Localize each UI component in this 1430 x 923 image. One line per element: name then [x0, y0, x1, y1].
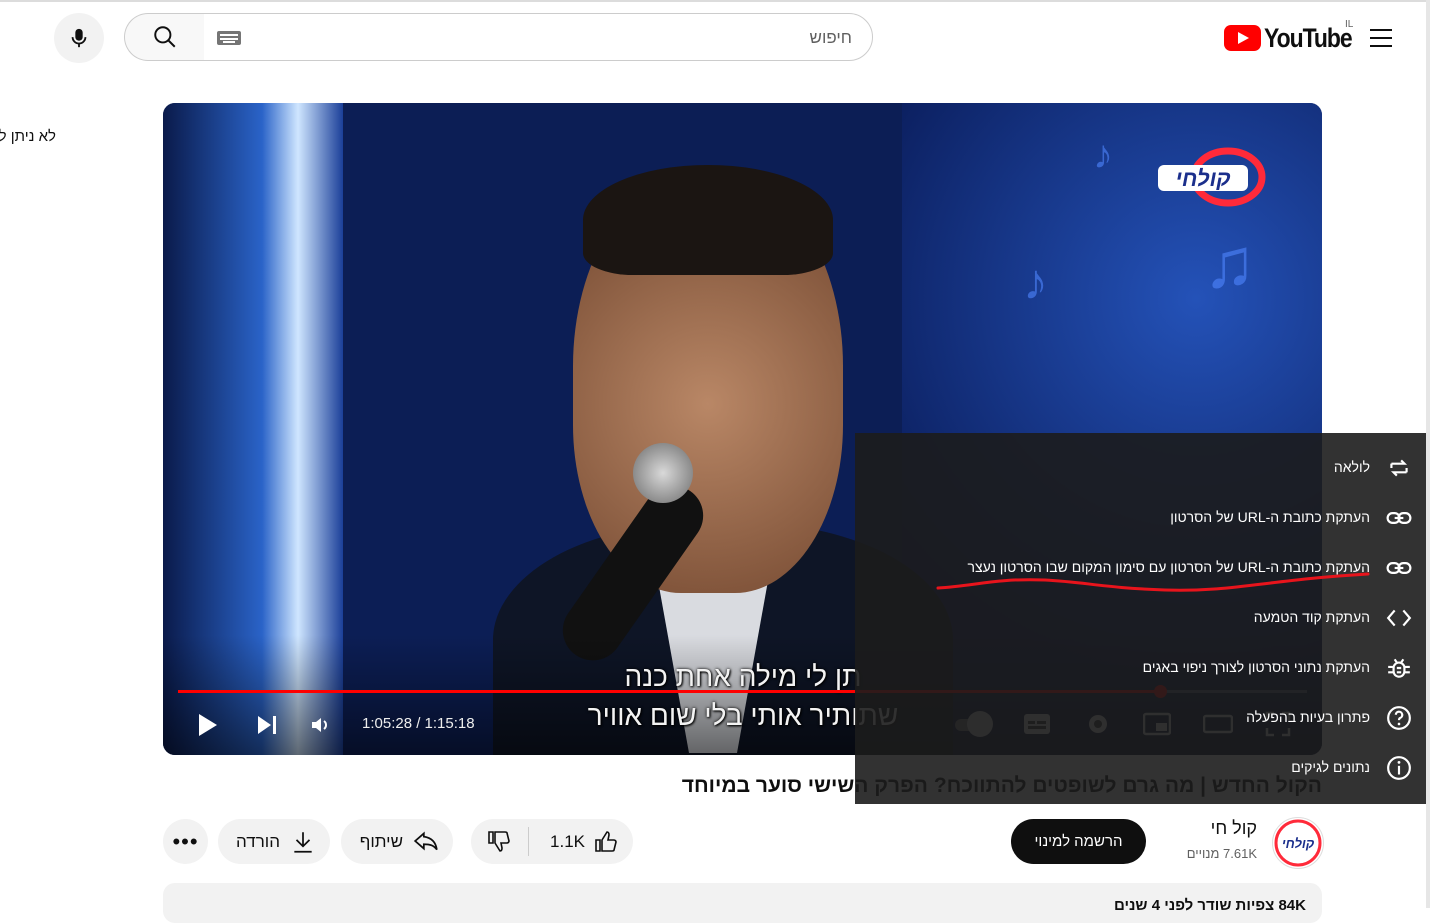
context-menu-item-copy-debug-info[interactable]: העתקת נתוני הסרטון לצורך ניפוי באגים [855, 643, 1426, 693]
context-menu-item-copy-video-url-at-time[interactable]: העתקת כתובת ה-URL של הסרטון עם סימון המק… [855, 543, 1426, 593]
search-input[interactable]: חיפוש [810, 28, 852, 48]
microphone-head [633, 443, 693, 503]
player-context-menu: לולאה העתקת כתובת ה-URL של הסרטון העתקת כת… [855, 433, 1426, 804]
info-icon [1386, 755, 1412, 781]
context-menu-label: נתונים לגיקים [1291, 759, 1370, 775]
like-count: 1.1K [550, 832, 585, 851]
view-count-date: 84K צפיות שודר לפני 4 שנים [1113, 897, 1306, 914]
time-display: 1:05:28 / 1:15:18 [362, 715, 475, 732]
subscribe-button[interactable]: הרשמה למינוי [1011, 819, 1146, 864]
svg-text:קולחי: קולחי [1282, 836, 1315, 851]
channel-watermark-logo: קולחי [1158, 147, 1266, 207]
context-menu-label: העתקת קוד הטמעה [1253, 609, 1370, 625]
singer-hair [583, 165, 833, 275]
context-menu-label: העתקת נתוני הסרטון לצורך ניפוי באגים [1142, 659, 1370, 675]
music-note-decoration: ♪ [1093, 133, 1113, 177]
context-menu-label: פתרון בעיות בהפעלה [1246, 709, 1370, 725]
search-icon [153, 26, 175, 48]
link-icon [1386, 505, 1412, 531]
guide-menu-button[interactable] [1362, 20, 1400, 56]
like-dislike-segment: 1.1K [471, 819, 633, 864]
voice-search-button[interactable] [54, 13, 104, 63]
share-label: שיתוף [359, 832, 403, 851]
country-code: IL [1345, 19, 1354, 30]
sidebar-truncated-text: לא ניתן לנגן [0, 128, 56, 145]
music-note-decoration: ♪ [1023, 254, 1048, 310]
page-scrollbar[interactable] [1426, 0, 1430, 908]
context-menu-label: לולאה [1333, 459, 1370, 475]
like-button[interactable]: 1.1K [550, 830, 619, 854]
context-menu-item-troubleshoot-playback[interactable]: פתרון בעיות בהפעלה [855, 693, 1426, 743]
search-box[interactable]: חיפוש [203, 13, 873, 61]
context-menu-item-copy-video-url[interactable]: העתקת כתובת ה-URL של הסרטון [855, 493, 1426, 543]
search-button[interactable] [124, 13, 204, 61]
embed-code-icon [1386, 605, 1412, 631]
more-horiz-icon: ••• [172, 828, 199, 854]
share-button[interactable]: שיתוף [341, 819, 453, 864]
loop-icon [1386, 455, 1412, 481]
subscriber-count: 7.61K מנויים [1186, 846, 1257, 861]
context-menu-label: העתקת כתובת ה-URL של הסרטון [1170, 509, 1370, 525]
thumbs-down-icon[interactable] [486, 829, 512, 853]
keyboard-icon[interactable] [217, 31, 241, 45]
download-label: הורדה [236, 832, 280, 851]
logo-text: YouTube [1264, 22, 1353, 53]
window-top-border [0, 0, 1430, 2]
context-menu-item-stats-for-nerds[interactable]: נתונים לגיקים [855, 743, 1426, 793]
more-actions-button[interactable]: ••• [163, 819, 208, 864]
channel-name[interactable]: קול חי [1211, 818, 1257, 839]
next-video-icon[interactable] [255, 713, 279, 737]
context-menu-item-copy-embed-code[interactable]: העתקת קוד הטמעה [855, 593, 1426, 643]
help-icon [1386, 705, 1412, 731]
link-icon [1386, 555, 1412, 581]
share-arrow-icon [413, 828, 439, 859]
youtube-play-logo-icon [1224, 25, 1261, 51]
bug-icon [1386, 655, 1412, 681]
thumbs-up-icon [595, 831, 617, 852]
context-menu-label: העתקת כתובת ה-URL של הסרטון עם סימון המק… [967, 559, 1370, 575]
download-icon [290, 829, 316, 860]
context-menu-item-loop[interactable]: לולאה [855, 443, 1426, 493]
svg-text:קולחי: קולחי [1175, 166, 1230, 191]
play-icon[interactable] [196, 711, 220, 739]
description-box[interactable]: 84K צפיות שודר לפני 4 שנים [163, 883, 1322, 923]
channel-avatar[interactable]: קולחי [1272, 817, 1324, 869]
download-button[interactable]: הורדה [218, 819, 330, 864]
microphone-icon [71, 28, 87, 48]
music-note-decoration: ♫ [1203, 224, 1256, 302]
channel-logo-icon: קולחי [1274, 819, 1322, 867]
volume-icon[interactable] [309, 713, 333, 737]
like-separator [528, 827, 529, 856]
